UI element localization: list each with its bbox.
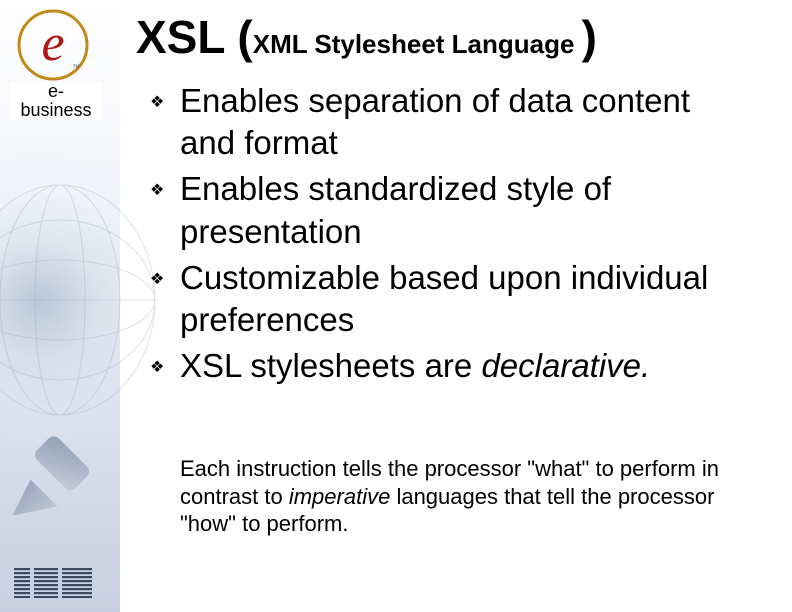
bullet-text: Enables separation of data content and f… (180, 80, 750, 164)
bullet-item: ❖ Enables standardized style of presenta… (150, 168, 750, 252)
bullet-item: ❖ Enables separation of data content and… (150, 80, 750, 164)
bullet-marker-icon: ❖ (150, 92, 180, 112)
bullet-item: ❖ Customizable based upon individual pre… (150, 257, 750, 341)
bullet-text: XSL stylesheets are declarative. (180, 345, 650, 387)
bullet-marker-icon: ❖ (150, 357, 180, 377)
bullet-text: Customizable based upon individual prefe… (180, 257, 750, 341)
bullet-text: Enables standardized style of presentati… (180, 168, 750, 252)
ebusiness-caption: e- business (10, 82, 102, 120)
slide-title: XSL (XML Stylesheet Language ) (136, 10, 597, 64)
slide: e ™ e- business XSL (XML Stylesheet Lang… (0, 0, 792, 612)
bullet-list: ❖ Enables separation of data content and… (150, 80, 750, 392)
title-main: XSL ( (136, 11, 253, 63)
ebusiness-caption-line1: e- (48, 81, 64, 101)
svg-text:e: e (41, 15, 64, 72)
ebusiness-caption-line2: business (20, 100, 91, 120)
bullet-item: ❖ XSL stylesheets are declarative. (150, 345, 750, 387)
title-sub: XML Stylesheet Language (253, 29, 582, 59)
globe-icon (0, 180, 160, 420)
bullet-marker-icon: ❖ (150, 269, 180, 289)
bullet-marker-icon: ❖ (150, 180, 180, 200)
svg-text:™: ™ (72, 63, 80, 72)
ibm-logo-icon (14, 568, 92, 598)
ebusiness-logo-icon: e ™ (16, 8, 90, 82)
explanatory-paragraph: Each instruction tells the processor "wh… (180, 455, 735, 538)
pen-icon (8, 430, 98, 520)
title-close: ) (582, 11, 597, 63)
